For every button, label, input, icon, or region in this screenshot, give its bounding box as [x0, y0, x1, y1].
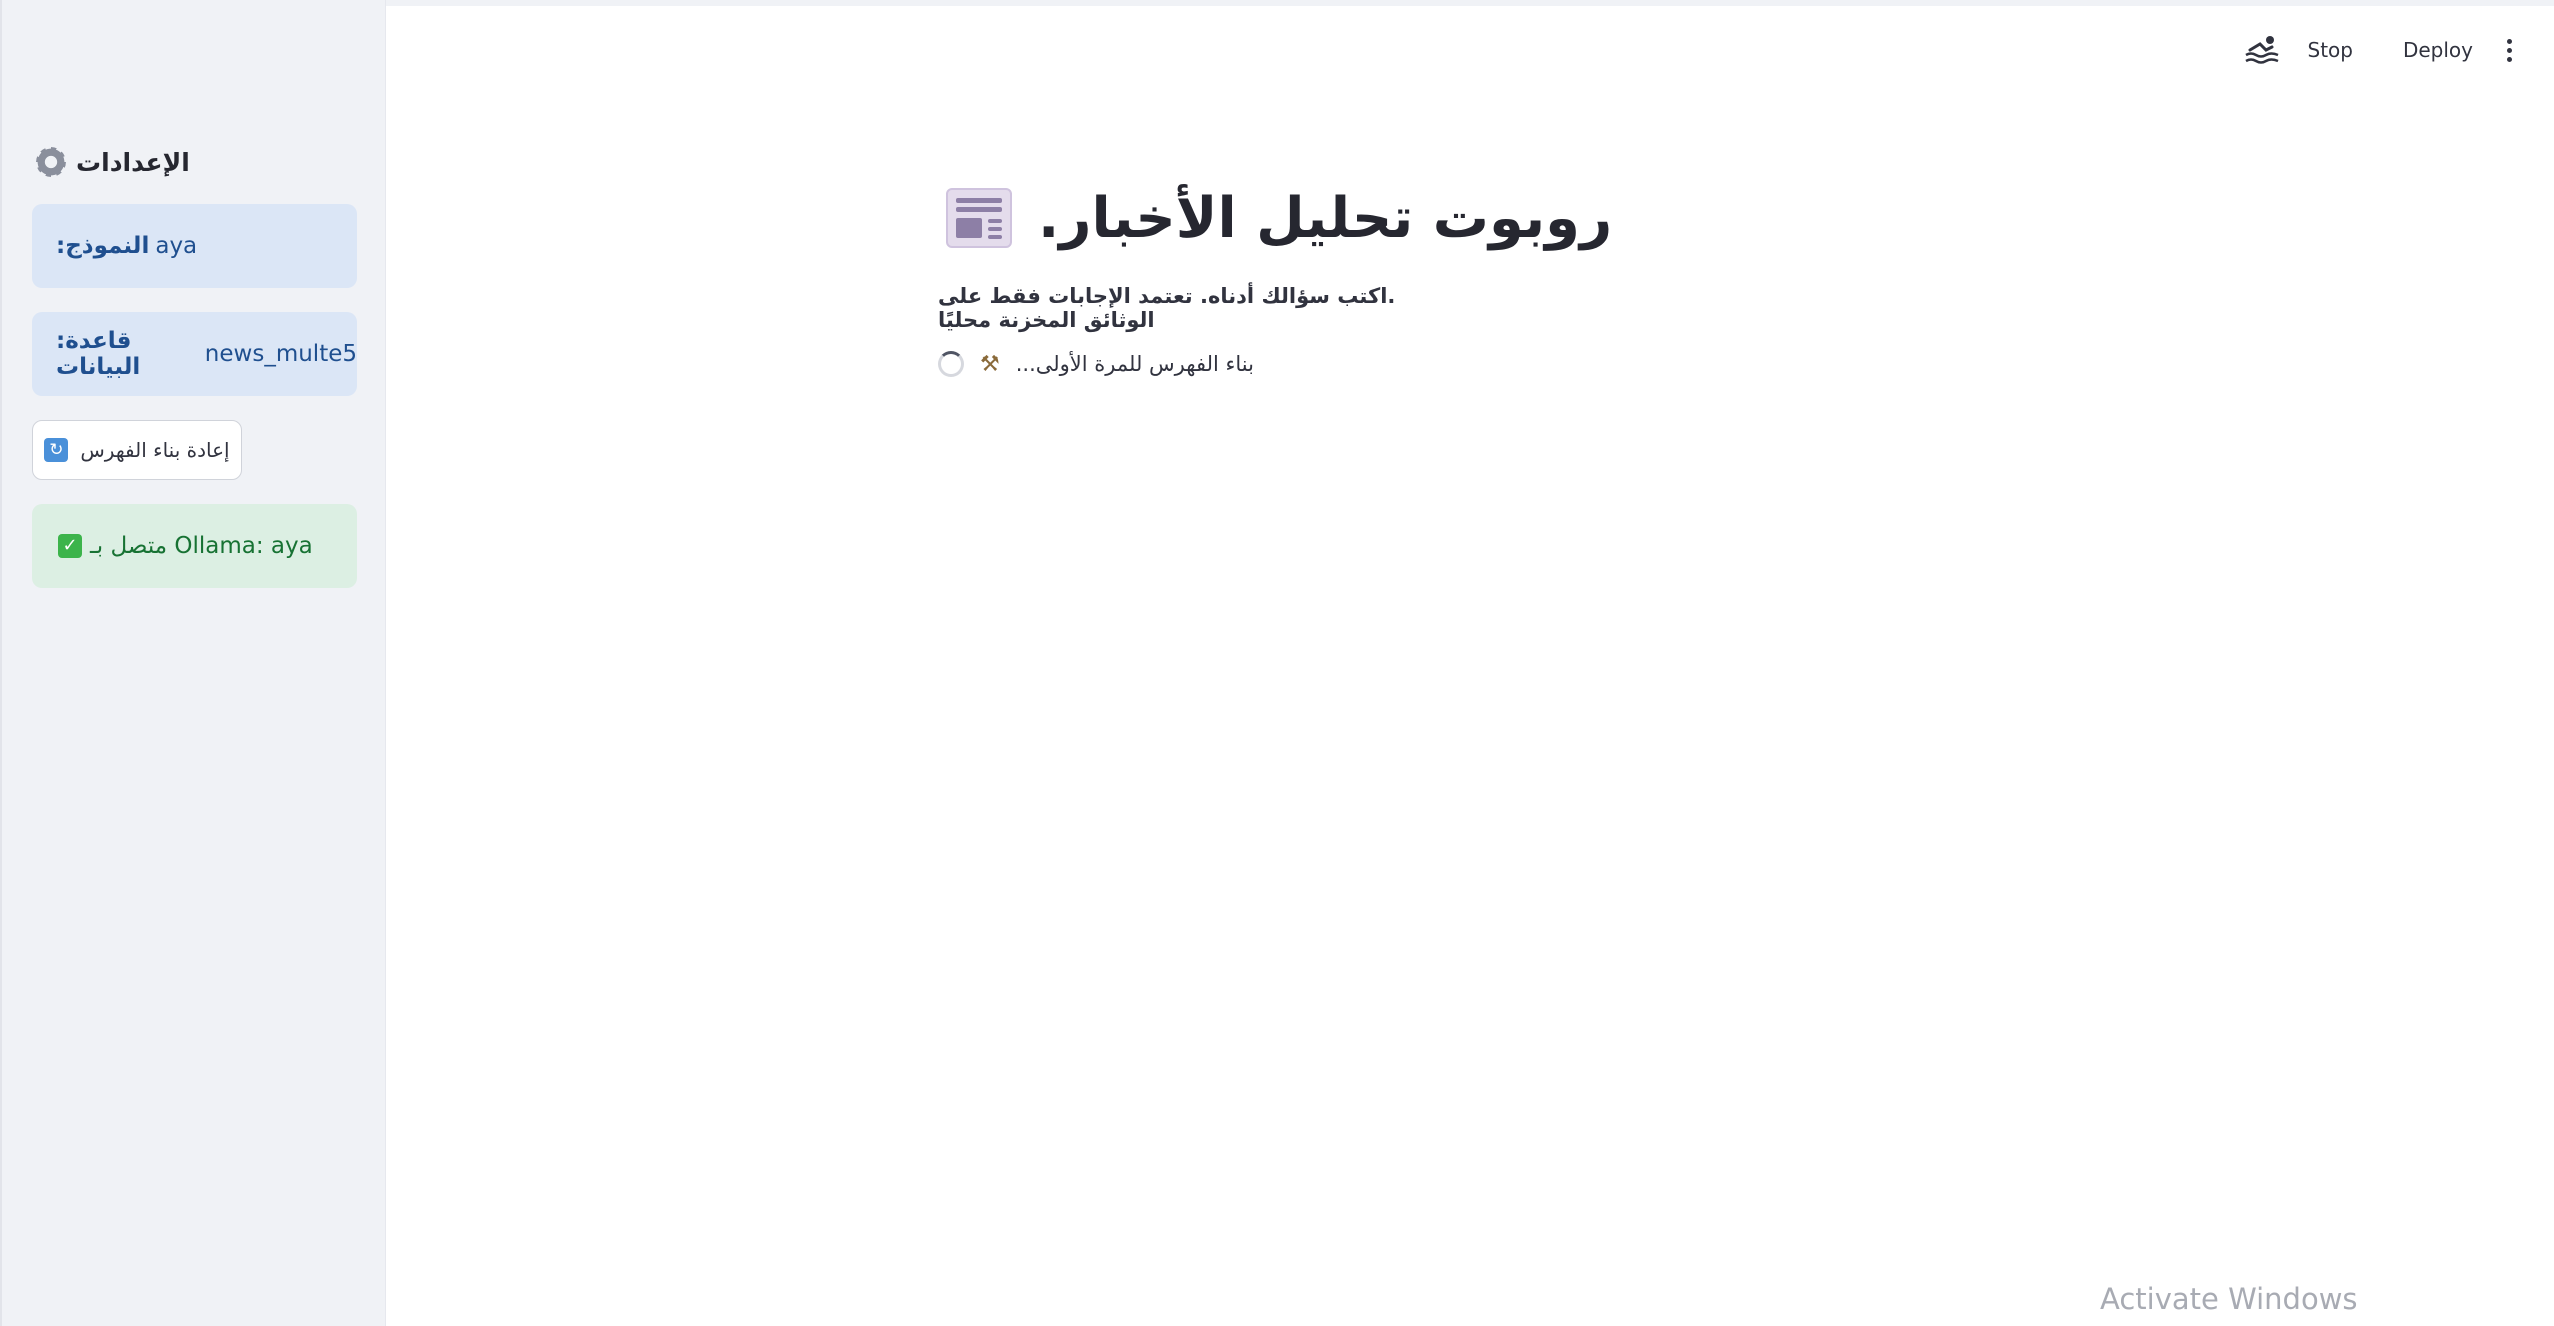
loading-status: ⚒ ...بناء الفهرس للمرة الأولى — [938, 348, 1254, 380]
check-icon: ✓ — [58, 534, 82, 558]
title-row: روبوت تحليل الأخبار. — [946, 178, 1612, 258]
model-value: aya — [155, 233, 198, 259]
page-subtitle: .اكتب سؤالك أدناه. تعتمد الإجابات فقط عل… — [938, 284, 1396, 332]
database-value: news_multe5 — [204, 341, 357, 367]
database-info-box: :قاعدة البيانات news_multe5 — [32, 312, 357, 396]
model-info-box: :النموذج aya — [32, 204, 357, 288]
model-label: :النموذج — [56, 233, 150, 259]
sidebar-header: الإعدادات — [36, 144, 190, 180]
connection-status-box: ✓ متصل بـ Ollama: aya — [32, 504, 357, 588]
app-window: الإعدادات :النموذج aya :قاعدة البيانات n… — [0, 0, 2554, 1326]
sidebar: الإعدادات :النموذج aya :قاعدة البيانات n… — [0, 0, 386, 1326]
kebab-menu-icon[interactable] — [2501, 35, 2518, 66]
connection-status-text: متصل بـ Ollama: aya — [90, 533, 313, 559]
gear-icon — [36, 147, 66, 177]
activate-windows-watermark: Activate Windows — [2100, 1282, 2358, 1316]
stop-button[interactable]: Stop — [2308, 38, 2353, 62]
deploy-button[interactable]: Deploy — [2403, 38, 2473, 62]
hammer-icon: ⚒ — [980, 351, 1000, 377]
spinner-icon — [938, 351, 964, 377]
loading-status-text: ...بناء الفهرس للمرة الأولى — [1015, 352, 1254, 376]
top-toolbar: Stop Deploy — [2244, 28, 2554, 72]
page-title: روبوت تحليل الأخبار. — [1038, 185, 1613, 251]
rebuild-index-button[interactable]: ↻ إعادة بناء الفهرس — [32, 420, 242, 480]
database-label: :قاعدة البيانات — [56, 328, 141, 380]
refresh-icon: ↻ — [44, 438, 69, 462]
sidebar-header-label: الإعدادات — [76, 147, 190, 177]
newspaper-icon — [946, 188, 1012, 248]
rebuild-index-label: إعادة بناء الفهرس — [80, 438, 230, 462]
swimmer-icon — [2244, 36, 2278, 64]
